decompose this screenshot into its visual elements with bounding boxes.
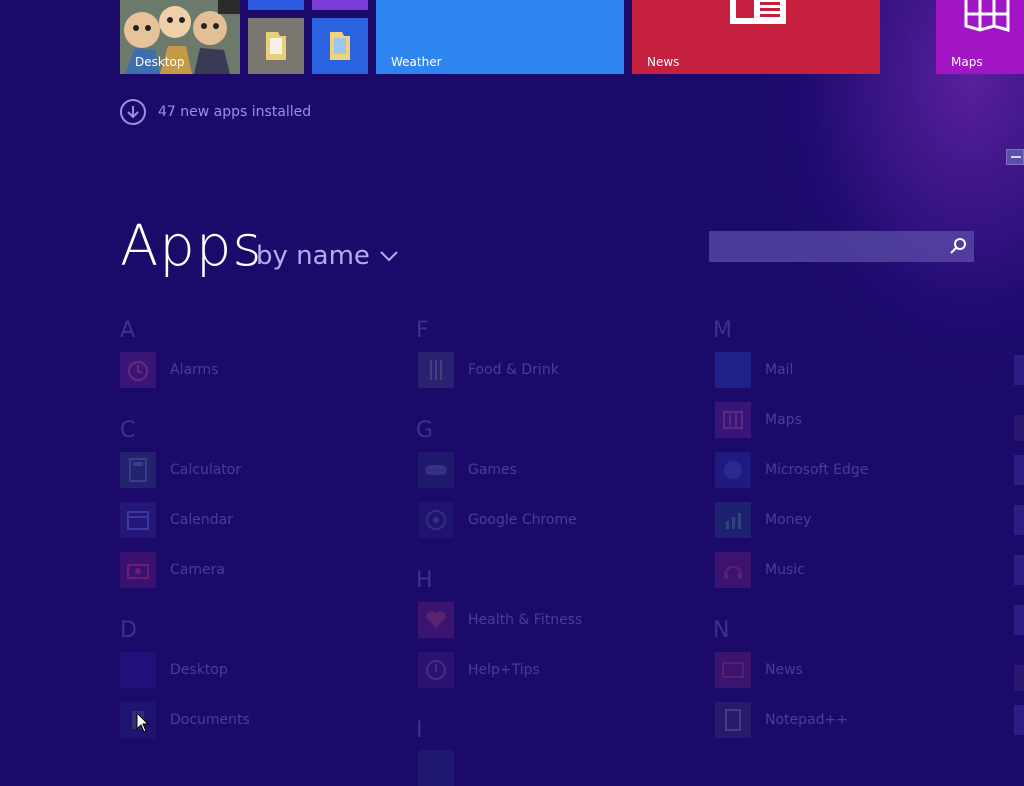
group-letter-m: M [713, 318, 732, 343]
app-item-partial[interactable] [418, 750, 454, 786]
partial-app-icon[interactable] [1014, 355, 1024, 385]
news-tile[interactable]: News [632, 0, 880, 74]
app-item-camera[interactable]: Camera [120, 552, 225, 588]
food-drink-icon [418, 352, 454, 388]
weather-tile-label: Weather [391, 55, 442, 69]
small-tile[interactable] [248, 0, 304, 10]
small-tile[interactable] [312, 0, 368, 10]
app-item-calendar[interactable]: Calendar [120, 502, 233, 538]
app-name: Notepad++ [765, 712, 848, 728]
app-name: Microsoft Edge [765, 462, 869, 478]
app-name: Desktop [170, 662, 228, 678]
money-chart-icon [715, 502, 751, 538]
app-item-notepad[interactable]: Notepad++ [715, 702, 848, 738]
partial-app-icon[interactable] [1014, 555, 1024, 585]
group-letter-c: C [120, 418, 136, 443]
alarm-clock-icon [120, 352, 156, 388]
app-name: Help+Tips [468, 662, 540, 678]
app-name: Music [765, 562, 805, 578]
app-item-music[interactable]: Music [715, 552, 805, 588]
app-name: Money [765, 512, 812, 528]
group-letter-d: D [120, 618, 137, 643]
app-name: Games [468, 462, 517, 478]
group-letter-g: G [416, 418, 434, 443]
group-letter-i: I [416, 718, 423, 743]
page-title: Apps [120, 214, 263, 279]
new-apps-text: 47 new apps installed [158, 104, 312, 120]
app-name: Documents [170, 712, 250, 728]
app-item-mail[interactable]: Mail [715, 352, 793, 388]
app-name: Google Chrome [468, 512, 577, 528]
app-name: Calculator [170, 462, 242, 478]
app-item-help-tips[interactable]: Help+Tips [418, 652, 540, 688]
app-name: Food & Drink [468, 362, 559, 378]
group-letter-n: N [713, 618, 730, 643]
partial-app-icon[interactable] [1014, 505, 1024, 535]
app-item-money[interactable]: Money [715, 502, 811, 538]
new-apps-notification[interactable]: 47 new apps installed [120, 99, 311, 125]
app-name: Mail [765, 362, 794, 378]
app-name: Health & Fitness [468, 612, 583, 628]
chrome-icon [418, 502, 454, 538]
weather-tile[interactable]: Weather [376, 0, 624, 74]
documents-folder-icon [330, 32, 350, 60]
app-name: Calendar [170, 512, 233, 528]
help-icon [418, 652, 454, 688]
group-letter-f: F [416, 318, 429, 343]
app-item-alarms[interactable]: Alarms [120, 352, 219, 388]
maps-app-icon [715, 402, 751, 438]
app-name: Maps [765, 412, 802, 428]
folder-icon [266, 32, 286, 60]
group-letter-h: H [416, 568, 433, 593]
partial-app-icon[interactable] [1014, 705, 1024, 735]
arrow-down-circle-icon [120, 99, 146, 125]
desktop-tile-label: Desktop [135, 55, 185, 69]
partial-app-icon[interactable] [1014, 605, 1024, 635]
desktop-tile[interactable]: Desktop [120, 0, 240, 74]
app-item-news[interactable]: News [715, 652, 803, 688]
partial-app-icon[interactable] [1014, 455, 1024, 485]
news-app-icon [715, 652, 751, 688]
app-name: Camera [170, 562, 225, 578]
app-name: Alarms [170, 362, 219, 378]
zoom-out-button[interactable] [1006, 149, 1024, 165]
app-item-maps[interactable]: Maps [715, 402, 802, 438]
desktop-app-icon [120, 652, 156, 688]
gamepad-icon [418, 452, 454, 488]
search-input[interactable] [709, 231, 974, 262]
calendar-icon [120, 502, 156, 538]
calculator-icon [120, 452, 156, 488]
mail-icon [715, 352, 751, 388]
partial-group-letter [1014, 415, 1024, 441]
app-item-calculator[interactable]: Calculator [120, 452, 241, 488]
partial-group-letter [1014, 665, 1024, 691]
app-name: News [765, 662, 803, 678]
maps-tile[interactable]: Maps [936, 0, 1024, 74]
group-letter-a: A [120, 318, 136, 343]
chevron-down-icon [380, 251, 398, 261]
news-tile-label: News [647, 55, 680, 69]
app-item-desktop[interactable]: Desktop [120, 652, 228, 688]
notepad-icon [715, 702, 751, 738]
app-item-google-chrome[interactable]: Google Chrome [418, 502, 577, 538]
app-item-microsoft-edge[interactable]: Microsoft Edge [715, 452, 868, 488]
edge-icon [715, 452, 751, 488]
mouse-cursor-icon [136, 712, 150, 733]
sort-label: by name [256, 241, 370, 271]
sort-dropdown[interactable]: by name [256, 241, 398, 271]
app-item-games[interactable]: Games [418, 452, 517, 488]
camera-icon [120, 552, 156, 588]
heart-icon [418, 602, 454, 638]
app-icon [418, 750, 454, 786]
app-item-health-fitness[interactable]: Health & Fitness [418, 602, 582, 638]
search-icon[interactable] [950, 238, 966, 254]
maps-tile-label: Maps [951, 55, 983, 69]
documents-tile[interactable] [312, 18, 368, 74]
folder-tile[interactable] [248, 18, 304, 74]
headphones-icon [715, 552, 751, 588]
app-item-food-drink[interactable]: Food & Drink [418, 352, 559, 388]
